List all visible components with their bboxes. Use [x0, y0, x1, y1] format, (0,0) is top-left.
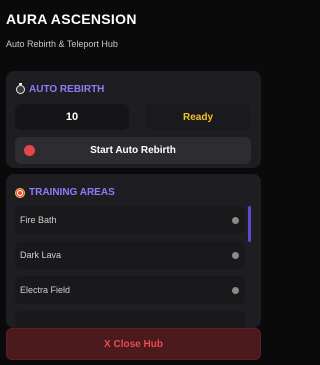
- page-subtitle: Auto Rebirth & Teleport Hub: [6, 39, 118, 49]
- auto-rebirth-heading: AUTO REBIRTH: [15, 83, 105, 95]
- rebirth-amount-input[interactable]: 10: [15, 104, 129, 130]
- auto-rebirth-title: AUTO REBIRTH: [29, 84, 105, 95]
- status-dot-icon: [232, 287, 239, 294]
- close-hub-button[interactable]: X Close Hub: [6, 328, 261, 360]
- page-title: AURA ASCENSION: [6, 11, 137, 27]
- training-areas-title: TRAINING AREAS: [29, 187, 115, 198]
- list-item-dark-lava[interactable]: Dark Lava: [15, 241, 245, 269]
- list-item-partial[interactable]: [15, 311, 245, 328]
- list-item-electra-field[interactable]: Electra Field: [15, 276, 245, 304]
- start-auto-rebirth-label: Start Auto Rebirth: [90, 145, 176, 156]
- list-item-label: Fire Bath: [20, 215, 57, 225]
- list-item-label: Dark Lava: [20, 250, 62, 260]
- list-item-fire-bath[interactable]: Fire Bath: [15, 206, 245, 234]
- status-dot-icon: [232, 252, 239, 259]
- start-auto-rebirth-button[interactable]: Start Auto Rebirth: [15, 137, 251, 164]
- status-dot-icon: [232, 217, 239, 224]
- training-areas-heading: TRAINING AREAS: [15, 187, 115, 198]
- training-areas-scrollbar[interactable]: [248, 206, 251, 242]
- rebirth-status-badge: Ready: [146, 104, 250, 130]
- stopwatch-icon: [15, 83, 25, 95]
- target-icon: [15, 187, 25, 198]
- training-areas-panel: TRAINING AREAS Fire Bath Dark Lava Elect…: [6, 174, 261, 328]
- status-dot-icon: [24, 145, 35, 156]
- list-item-label: Electra Field: [20, 285, 71, 295]
- auto-rebirth-panel: AUTO REBIRTH 10 Ready Start Auto Rebirth: [6, 71, 261, 168]
